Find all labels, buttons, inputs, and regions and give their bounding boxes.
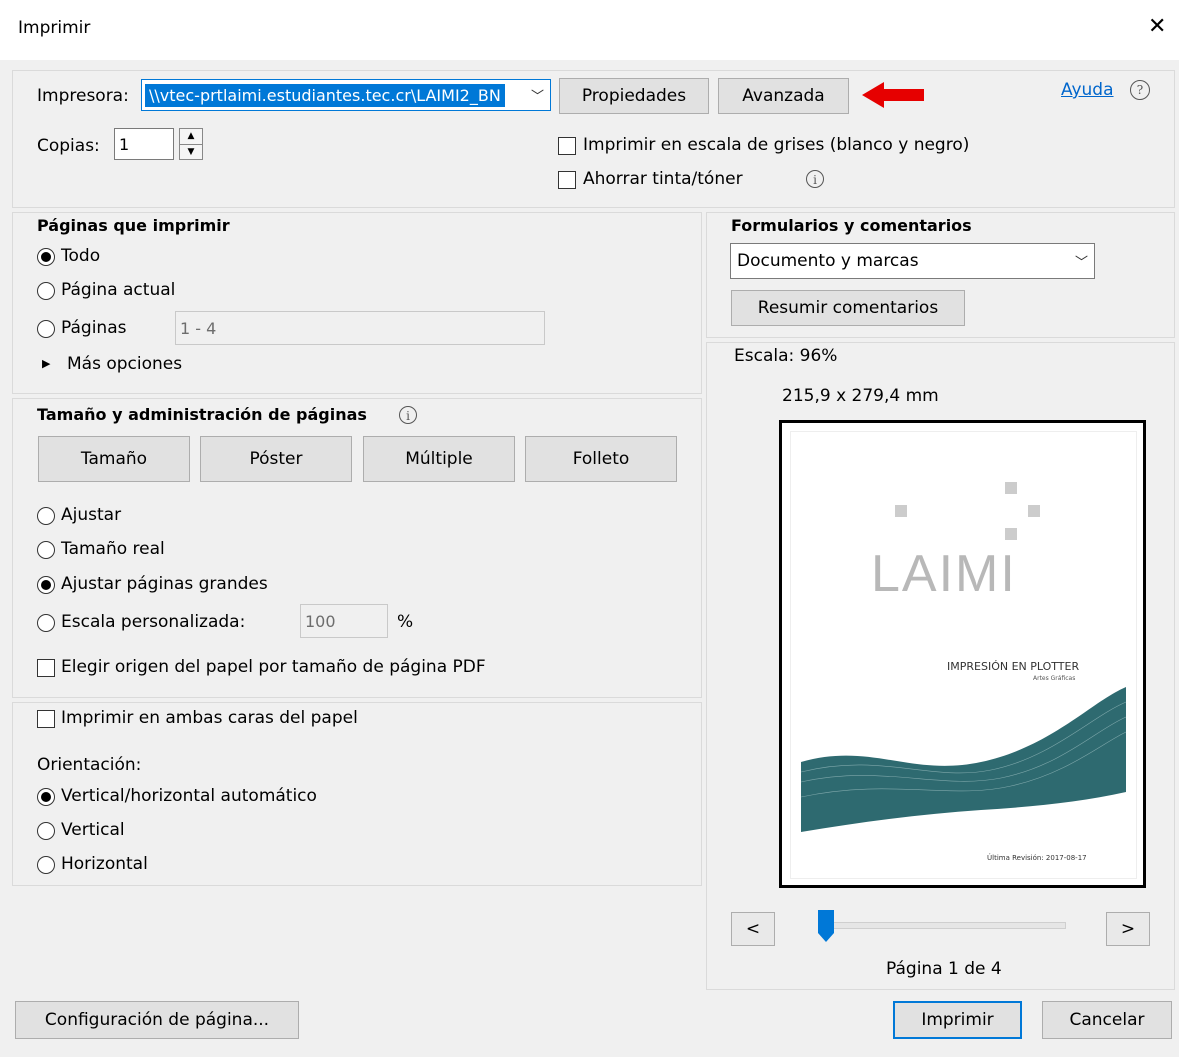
triangle-right-icon[interactable]: ▶ <box>42 357 50 370</box>
custom-scale-input[interactable]: 100 <box>300 604 388 638</box>
doc-wave-graphic <box>800 687 1127 832</box>
fit-radio[interactable] <box>37 507 55 525</box>
tab-multiple-button[interactable]: Múltiple <box>363 436 515 482</box>
doc-footer: Última Revisión: 2017-08-17 <box>987 854 1087 862</box>
doc-logo: LAIMI <box>871 545 1017 603</box>
forms-title: Formularios y comentarios <box>731 216 972 235</box>
orientation-landscape-label: Horizontal <box>61 854 148 874</box>
actual-size-radio[interactable] <box>37 541 55 559</box>
more-options-link[interactable]: Más opciones <box>67 354 182 374</box>
summarize-comments-button[interactable]: Resumir comentarios <box>731 290 965 326</box>
logo-square <box>1005 528 1017 540</box>
orientation-portrait-radio[interactable] <box>37 822 55 840</box>
page-indicator: Página 1 de 4 <box>886 959 1002 979</box>
stepper-down-icon[interactable]: ▼ <box>180 145 202 160</box>
paper-source-checkbox[interactable] <box>37 659 55 677</box>
forms-select[interactable]: Documento y marcas ﹀ <box>730 243 1095 279</box>
page-preview: LAIMI IMPRESIÓN EN PLOTTER Artes Gráfica… <box>779 420 1146 888</box>
paper-source-label: Elegir origen del papel por tamaño de pá… <box>61 657 486 677</box>
tab-size-button[interactable]: Tamaño <box>38 436 190 482</box>
pages-current-radio[interactable] <box>37 282 55 300</box>
printer-label: Impresora: <box>37 86 129 106</box>
orientation-landscape-radio[interactable] <box>37 856 55 874</box>
pages-range-radio[interactable] <box>37 320 55 338</box>
custom-scale-radio[interactable] <box>37 614 55 632</box>
help-link[interactable]: Ayuda <box>1061 80 1114 100</box>
orientation-auto-radio[interactable] <box>37 788 55 806</box>
logo-square <box>1005 482 1017 494</box>
shrink-label: Ajustar páginas grandes <box>61 574 268 594</box>
pages-title: Páginas que imprimir <box>37 216 230 235</box>
info-icon[interactable]: i <box>399 406 417 424</box>
shrink-radio[interactable] <box>37 576 55 594</box>
printer-select-value: \\vtec-prtlaimi.estudiantes.tec.cr\LAIMI… <box>145 83 505 107</box>
pages-range-input[interactable]: 1 - 4 <box>175 311 545 345</box>
help-icon[interactable]: ? <box>1130 80 1150 100</box>
chevron-down-icon: ﹀ <box>530 89 544 105</box>
title-bar <box>0 0 1179 60</box>
orientation-auto-label: Vertical/horizontal automático <box>61 786 317 806</box>
preview-scale: Escala: 96% <box>734 346 838 366</box>
both-sides-label: Imprimir en ambas caras del papel <box>61 708 358 728</box>
orientation-label: Orientación: <box>37 755 142 775</box>
close-icon[interactable]: ✕ <box>1148 14 1166 39</box>
logo-square <box>895 505 907 517</box>
copies-input[interactable]: 1 <box>114 128 174 160</box>
stepper-up-icon[interactable]: ▲ <box>180 129 202 145</box>
preview-dimensions: 215,9 x 279,4 mm <box>782 386 939 406</box>
copies-label: Copias: <box>37 136 100 156</box>
forms-select-value: Documento y marcas <box>737 251 919 271</box>
page-slider-track[interactable] <box>820 922 1066 929</box>
pages-current-label: Página actual <box>61 280 176 300</box>
save-ink-checkbox[interactable] <box>558 171 576 189</box>
preview-page: LAIMI IMPRESIÓN EN PLOTTER Artes Gráfica… <box>790 431 1137 879</box>
print-button[interactable]: Imprimir <box>893 1001 1022 1039</box>
pages-all-radio[interactable] <box>37 248 55 266</box>
logo-square <box>1028 505 1040 517</box>
actual-size-label: Tamaño real <box>61 539 165 559</box>
printer-select[interactable]: \\vtec-prtlaimi.estudiantes.tec.cr\LAIMI… <box>141 79 551 111</box>
cancel-button[interactable]: Cancelar <box>1042 1001 1172 1039</box>
orientation-portrait-label: Vertical <box>61 820 125 840</box>
advanced-button[interactable]: Avanzada <box>718 78 849 114</box>
info-icon[interactable]: i <box>806 170 824 188</box>
next-page-button[interactable]: > <box>1106 912 1150 946</box>
both-sides-checkbox[interactable] <box>37 710 55 728</box>
window-title: Imprimir <box>18 18 91 38</box>
grayscale-label: Imprimir en escala de grises (blanco y n… <box>583 135 970 155</box>
percent-label: % <box>397 612 414 632</box>
properties-button[interactable]: Propiedades <box>559 78 709 114</box>
page-slider-thumb[interactable] <box>817 909 835 943</box>
doc-subtitle: Artes Gráficas <box>1033 675 1076 682</box>
doc-title: IMPRESIÓN EN PLOTTER <box>947 660 1080 673</box>
save-ink-label: Ahorrar tinta/tóner <box>583 169 743 189</box>
size-title: Tamaño y administración de páginas <box>37 405 367 424</box>
tab-poster-button[interactable]: Póster <box>200 436 352 482</box>
pages-all-label: Todo <box>61 246 101 266</box>
chevron-down-icon: ﹀ <box>1074 255 1088 271</box>
page-setup-button[interactable]: Configuración de página... <box>15 1001 299 1039</box>
tab-booklet-button[interactable]: Folleto <box>525 436 677 482</box>
pages-range-label: Páginas <box>61 318 127 338</box>
prev-page-button[interactable]: < <box>731 912 775 946</box>
fit-label: Ajustar <box>61 505 122 525</box>
red-arrow-icon <box>862 82 924 108</box>
grayscale-checkbox[interactable] <box>558 137 576 155</box>
custom-scale-label: Escala personalizada: <box>61 612 246 632</box>
copies-stepper[interactable]: ▲ ▼ <box>179 128 203 160</box>
